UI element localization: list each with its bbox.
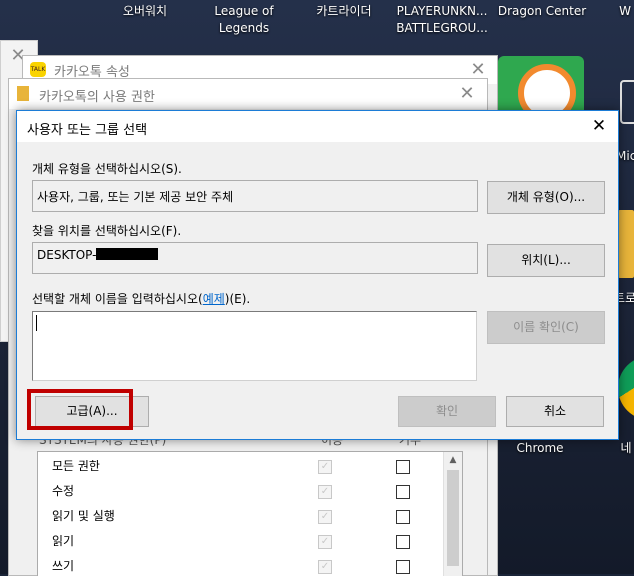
object-names-input[interactable] [32,311,477,381]
ok-button[interactable]: 확인 [398,396,496,427]
desktop-icon-label: 카트라이더 [316,4,372,18]
location-label: 찾을 위치를 선택하십시오(F). [32,224,182,238]
allow-checkbox: ✓ [318,460,332,474]
close-icon[interactable]: ✕ [588,115,610,137]
location-field: DESKTOP- [32,242,478,274]
permission-row-read: 읽기 [52,532,74,549]
desktop-icon-label: League of Legends [214,4,274,35]
permission-row-write: 쓰기 [52,557,74,574]
permission-row-read-execute: 읽기 및 실행 [52,507,115,524]
object-type-field: 사용자, 그룹, 또는 기본 제공 보안 주체 [32,180,478,212]
desktop-icon-chrome[interactable]: Chrome [505,440,575,457]
object-names-label: 선택할 개체 이름을 입력하십시오(예제)(E). [32,290,250,307]
close-icon[interactable]: ✕ [456,83,478,105]
desktop-icon-label: 네 [620,441,632,455]
deny-checkbox[interactable] [396,485,410,499]
microsoft-icon[interactable] [620,80,634,124]
desktop-icon-pubg[interactable]: PLAYERUNKN... BATTLEGROU... [394,3,490,37]
dialog-titlebar: 사용자 또는 그룹 선택 ✕ [17,111,618,142]
kakaotalk-icon: TALK [30,62,46,77]
desktop-icon-dragon-center[interactable]: Dragon Center [492,3,592,20]
object-types-button[interactable]: 개체 유형(O)... [487,181,605,214]
folder-icon [17,86,29,101]
folder-icon[interactable] [618,210,634,278]
permission-label: 읽기 및 실행 [52,509,115,523]
deny-checkbox[interactable] [396,510,410,524]
desktop-icon-overwatch[interactable]: 오버워치 [112,3,178,20]
scrollbar[interactable]: ▲ [443,452,462,576]
desktop-icon-ne[interactable]: 네 [618,440,634,457]
permission-row-modify: 수정 [52,482,74,499]
redacted-block [96,248,159,260]
dialog-title: 사용자 또는 그룹 선택 [27,123,148,138]
desktop-icon-label: PLAYERUNKN... BATTLEGROU... [396,4,488,35]
check-names-button[interactable]: 이름 확인(C) [487,311,605,344]
permission-label: 쓰기 [52,559,75,573]
desktop-icon-label: W [619,4,631,18]
permissions-titlebar: 카카오톡의 사용 권한 ✕ [9,79,487,109]
locations-button[interactable]: 위치(L)... [487,244,605,277]
deny-checkbox[interactable] [396,560,410,574]
location-value: DESKTOP- [37,248,97,262]
highlight-annotation-box [27,389,133,430]
object-names-label-text: 선택할 개체 이름을 입력하십시오( [32,292,203,306]
desktop-icon-league-of-legends[interactable]: League of Legends [200,3,288,37]
text-caret [36,315,37,331]
scrollbar-thumb[interactable] [447,470,459,566]
desktop-icon-w[interactable]: W [616,3,634,20]
allow-checkbox: ✓ [318,510,332,524]
allow-checkbox: ✓ [318,560,332,574]
permission-label: 모든 권한 [52,459,100,473]
deny-checkbox[interactable] [396,460,410,474]
object-names-label-suffix: )(E). [224,292,251,306]
desktop-icon-label: Chrome [516,441,564,455]
examples-link[interactable]: 예제 [203,292,225,306]
cancel-button[interactable]: 취소 [506,396,604,427]
permission-label: 읽기 [52,534,75,548]
object-type-label: 개체 유형을 선택하십시오(S). [32,162,182,176]
permission-label: 수정 [52,484,75,498]
desktop-icon-label: Dragon Center [497,4,587,18]
permission-row-full-control: 모든 권한 [52,457,100,474]
desktop-icon-label: 오버워치 [122,4,168,18]
scroll-up-arrow-icon[interactable]: ▲ [444,452,462,468]
deny-checkbox[interactable] [396,535,410,549]
permissions-list: 모든 권한 수정 읽기 및 실행 읽기 쓰기 ✓ ✓ ✓ ✓ ✓ ▲ [37,451,463,576]
permissions-title: 카카오톡의 사용 권한 [39,90,155,105]
allow-checkbox: ✓ [318,535,332,549]
allow-checkbox: ✓ [318,485,332,499]
desktop-icon-kartrider[interactable]: 카트라이더 [304,3,384,20]
